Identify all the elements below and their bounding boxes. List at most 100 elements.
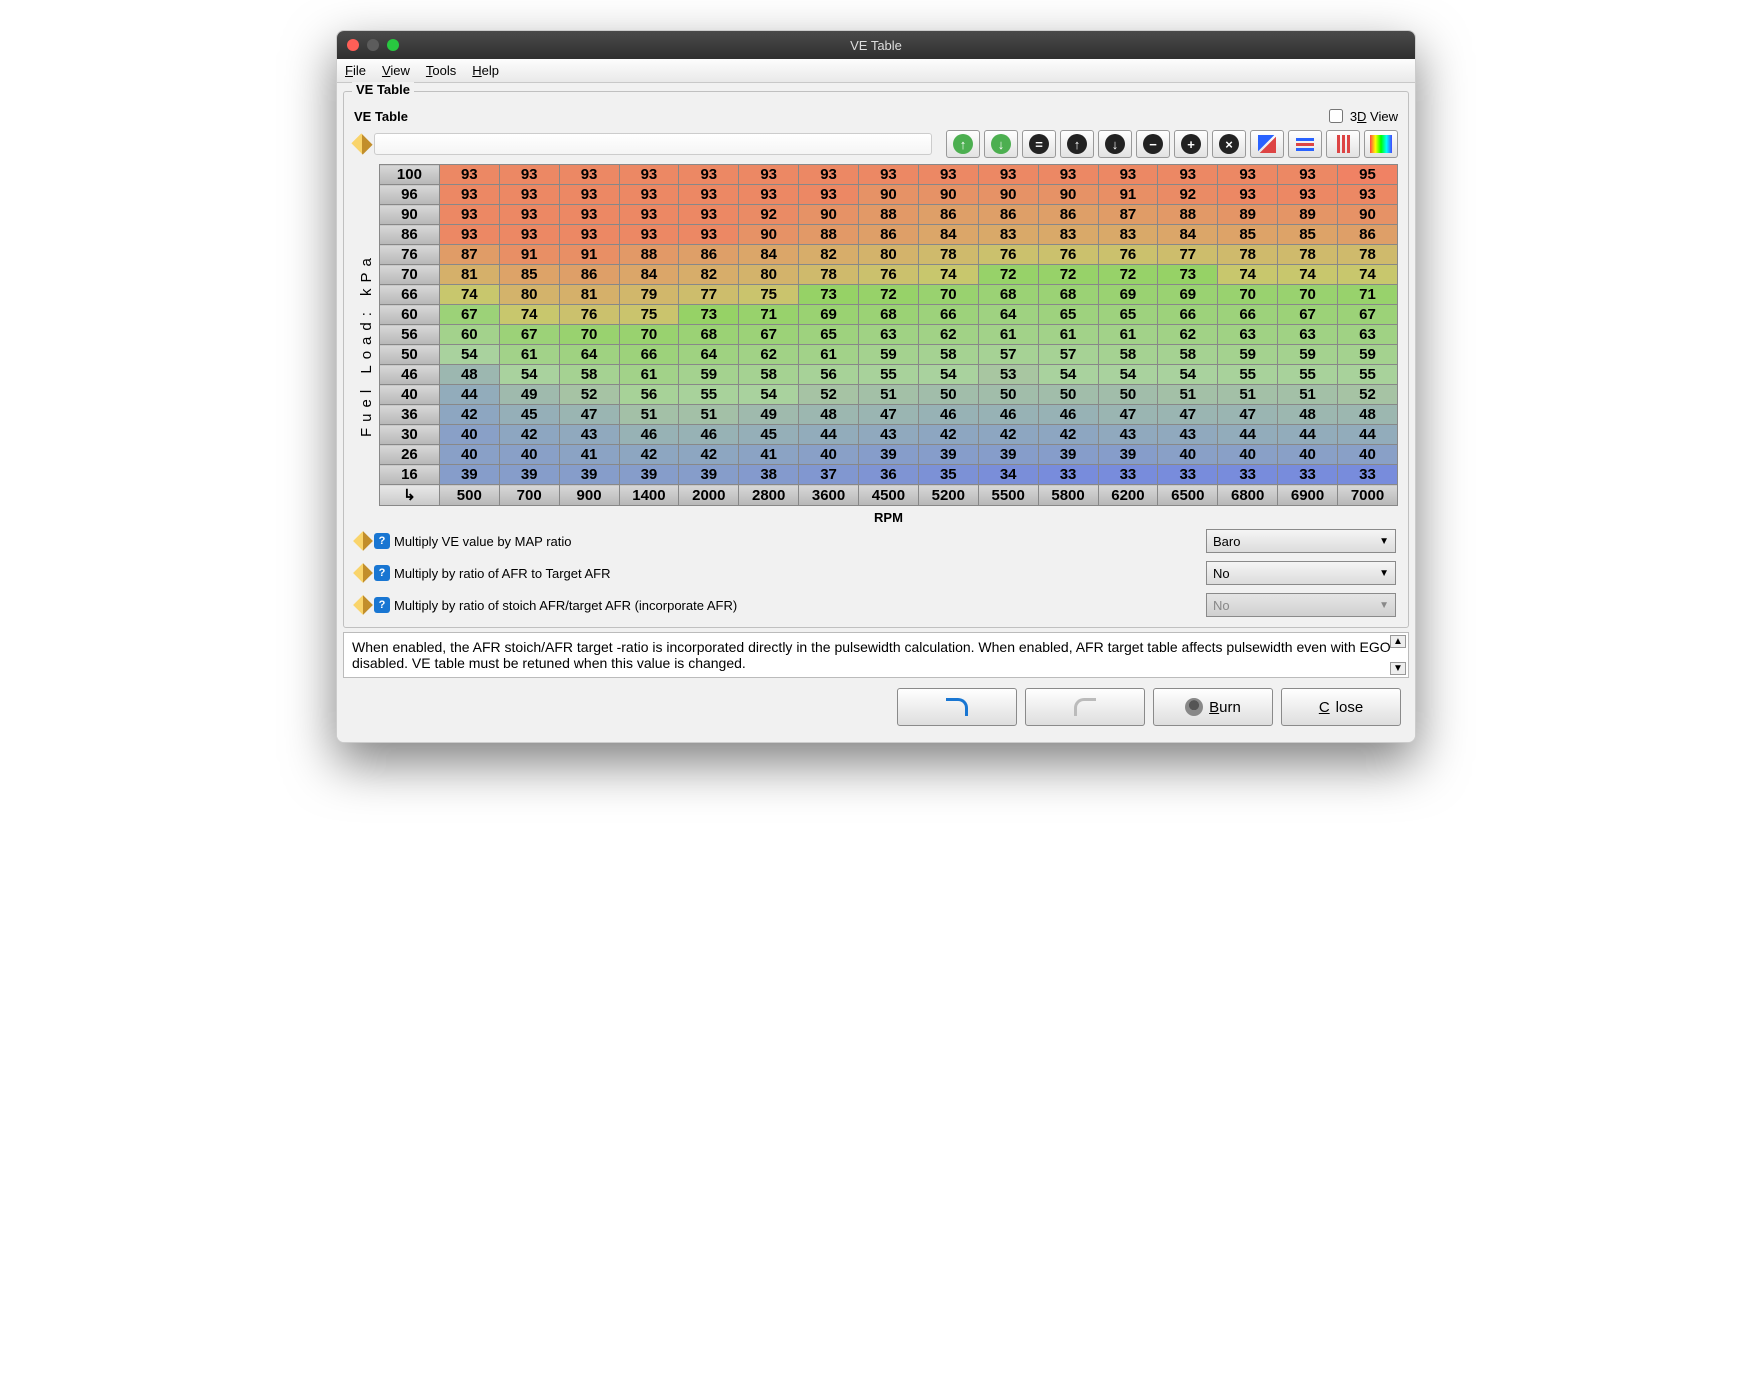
grid-cell[interactable]: 54 (918, 365, 978, 385)
grid-cell[interactable]: 40 (499, 445, 559, 465)
arrow-up-button[interactable]: ↑ (1060, 130, 1094, 158)
grid-cell[interactable]: 35 (918, 465, 978, 485)
col-header[interactable]: 5500 (978, 485, 1038, 506)
grid-cell[interactable]: 90 (1338, 205, 1398, 225)
grid-cell[interactable]: 93 (1218, 185, 1278, 205)
grid-cell[interactable]: 33 (1038, 465, 1098, 485)
grid-cell[interactable]: 90 (859, 185, 919, 205)
grid-cell[interactable]: 90 (978, 185, 1038, 205)
grid-cell[interactable]: 75 (739, 285, 799, 305)
grid-cell[interactable]: 86 (1038, 205, 1098, 225)
grid-cell[interactable]: 36 (859, 465, 919, 485)
grid-cell[interactable]: 95 (1338, 165, 1398, 185)
grid-cell[interactable]: 93 (918, 165, 978, 185)
grid-cell[interactable]: 82 (679, 265, 739, 285)
grid-cell[interactable]: 55 (679, 385, 739, 405)
row-header[interactable]: 90 (380, 205, 440, 225)
grid-cell[interactable]: 60 (439, 325, 499, 345)
grid-cell[interactable]: 33 (1278, 465, 1338, 485)
grid-cell[interactable]: 93 (439, 165, 499, 185)
grid-cell[interactable]: 93 (619, 225, 679, 245)
grid-cell[interactable]: 64 (978, 305, 1038, 325)
grid-cell[interactable]: 54 (499, 365, 559, 385)
grid-cell[interactable]: 46 (918, 405, 978, 425)
grid-cell[interactable]: 93 (1038, 165, 1098, 185)
grid-cell[interactable]: 40 (1338, 445, 1398, 465)
grid-cell[interactable]: 33 (1218, 465, 1278, 485)
grid-cell[interactable]: 39 (1098, 445, 1158, 465)
grid-cell[interactable]: 91 (499, 245, 559, 265)
edit-icon[interactable] (353, 563, 373, 583)
row-header[interactable]: 26 (380, 445, 440, 465)
grid-cell[interactable]: 55 (1338, 365, 1398, 385)
grid-cell[interactable]: 90 (739, 225, 799, 245)
col-header[interactable]: 6500 (1158, 485, 1218, 506)
grid-cell[interactable]: 58 (1098, 345, 1158, 365)
grid-cell[interactable]: 93 (1338, 185, 1398, 205)
grid-cell[interactable]: 66 (619, 345, 679, 365)
scroll-down-icon[interactable]: ▼ (1390, 662, 1406, 675)
refresh-down-button[interactable]: ↓ (984, 130, 1018, 158)
grid-cell[interactable]: 47 (1218, 405, 1278, 425)
grid-cell[interactable]: 38 (739, 465, 799, 485)
grid-cell[interactable]: 81 (559, 285, 619, 305)
col-header[interactable]: 6800 (1218, 485, 1278, 506)
grid-cell[interactable]: 90 (799, 205, 859, 225)
afr-ratio-select[interactable]: No ▼ (1206, 561, 1396, 585)
grid-cell[interactable]: 69 (1098, 285, 1158, 305)
grid-cell[interactable]: 73 (799, 285, 859, 305)
grid-cell[interactable]: 54 (1038, 365, 1098, 385)
row-header[interactable]: 56 (380, 325, 440, 345)
grid-cell[interactable]: 69 (799, 305, 859, 325)
menu-view[interactable]: View (382, 63, 410, 78)
grid-cell[interactable]: 70 (1278, 285, 1338, 305)
grid-cell[interactable]: 84 (739, 245, 799, 265)
minimize-window-icon[interactable] (367, 39, 379, 51)
grid-cell[interactable]: 67 (1338, 305, 1398, 325)
row-header[interactable]: 86 (380, 225, 440, 245)
grid-cell[interactable]: 78 (1338, 245, 1398, 265)
grid-cell[interactable]: 49 (499, 385, 559, 405)
grid-cell[interactable]: 75 (619, 305, 679, 325)
axis-corner-icon[interactable]: ↳ (380, 485, 440, 506)
grid-cell[interactable]: 93 (739, 165, 799, 185)
grid-cell[interactable]: 46 (1038, 405, 1098, 425)
arrow-down-button[interactable]: ↓ (1098, 130, 1132, 158)
grid-cell[interactable]: 52 (799, 385, 859, 405)
grid-cell[interactable]: 93 (499, 185, 559, 205)
grid-cell[interactable]: 80 (859, 245, 919, 265)
grid-cell[interactable]: 40 (799, 445, 859, 465)
formula-input[interactable] (374, 133, 932, 155)
row-header[interactable]: 76 (380, 245, 440, 265)
grid-cell[interactable]: 42 (439, 405, 499, 425)
row-header[interactable]: 100 (380, 165, 440, 185)
grid-cell[interactable]: 57 (978, 345, 1038, 365)
row-header[interactable]: 46 (380, 365, 440, 385)
grid-cell[interactable]: 54 (1158, 365, 1218, 385)
grid-cell[interactable]: 43 (1158, 425, 1218, 445)
grid-cell[interactable]: 80 (499, 285, 559, 305)
grid-cell[interactable]: 73 (679, 305, 739, 325)
grid-cell[interactable]: 59 (859, 345, 919, 365)
grid-cell[interactable]: 93 (499, 165, 559, 185)
grid-cell[interactable]: 92 (739, 205, 799, 225)
grid-cell[interactable]: 51 (1278, 385, 1338, 405)
grid-cell[interactable]: 43 (1098, 425, 1158, 445)
info-icon[interactable]: ? (374, 533, 390, 549)
grid-cell[interactable]: 78 (1218, 245, 1278, 265)
col-header[interactable]: 700 (499, 485, 559, 506)
grid-cell[interactable]: 93 (679, 185, 739, 205)
grid-cell[interactable]: 71 (739, 305, 799, 325)
grid-cell[interactable]: 48 (439, 365, 499, 385)
grid-cell[interactable]: 90 (1038, 185, 1098, 205)
grid-cell[interactable]: 85 (1278, 225, 1338, 245)
grid-cell[interactable]: 46 (679, 425, 739, 445)
grid-cell[interactable]: 79 (619, 285, 679, 305)
grid-cell[interactable]: 39 (679, 465, 739, 485)
grid-cell[interactable]: 85 (499, 265, 559, 285)
minus-button[interactable]: − (1136, 130, 1170, 158)
grid-cell[interactable]: 33 (1338, 465, 1398, 485)
grid-cell[interactable]: 84 (918, 225, 978, 245)
col-header[interactable]: 2000 (679, 485, 739, 506)
grid-cell[interactable]: 86 (559, 265, 619, 285)
